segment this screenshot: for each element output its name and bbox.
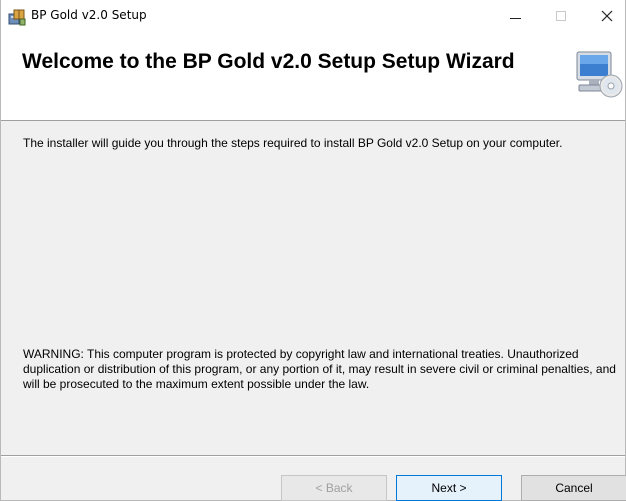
maximize-button: [538, 0, 584, 32]
next-button[interactable]: Next >: [396, 475, 502, 501]
back-button[interactable]: < Back: [281, 475, 387, 501]
wizard-title: Welcome to the BP Gold v2.0 Setup Setup …: [22, 50, 515, 73]
minimize-icon: [509, 17, 521, 19]
intro-text: The installer will guide you through the…: [23, 136, 563, 150]
installer-box-icon: [8, 9, 26, 26]
cancel-button[interactable]: Cancel: [521, 475, 626, 501]
close-icon: [601, 10, 613, 22]
close-button[interactable]: [584, 0, 626, 32]
setup-window: BP Gold v2.0 Setup Welcome to the BP Gol…: [0, 0, 626, 501]
title-bar[interactable]: BP Gold v2.0 Setup: [1, 0, 625, 32]
copyright-warning-text: WARNING: This computer program is protec…: [23, 347, 616, 391]
button-area-separator: [1, 455, 625, 457]
computer-cd-icon: [576, 51, 623, 98]
wizard-header-banner: Welcome to the BP Gold v2.0 Setup Setup …: [1, 32, 625, 121]
minimize-button[interactable]: [492, 0, 538, 32]
maximize-icon: [556, 11, 566, 21]
window-title: BP Gold v2.0 Setup: [31, 8, 147, 22]
